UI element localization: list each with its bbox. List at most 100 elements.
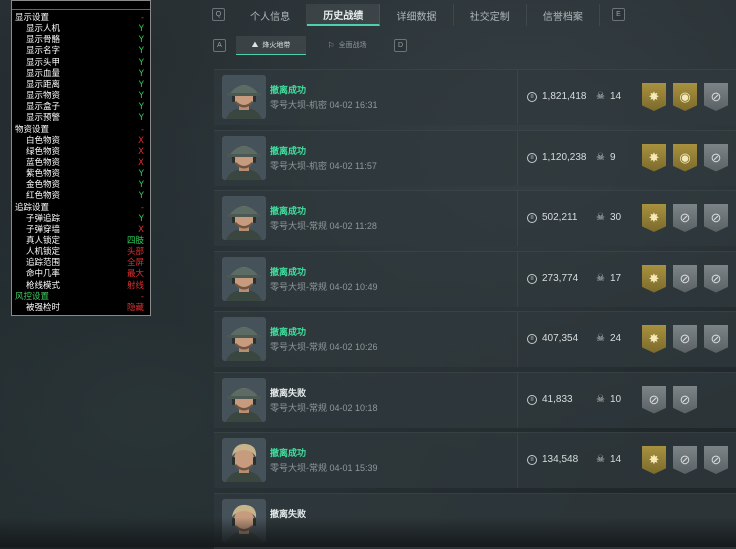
- match-record-row[interactable]: 撤离失败 零号大坝-常规 04-02 10:18 ¤ 41,833 ☠ 10 ⊘ ⊘: [214, 371, 736, 428]
- coin-icon: ¤: [527, 455, 537, 465]
- overlay-option-label: 显示血量: [26, 68, 61, 79]
- grey-badge-icon[interactable]: ⊘: [673, 446, 697, 474]
- extraction-status: 撤离成功: [270, 145, 307, 156]
- match-record-row[interactable]: 撤离成功 零号大坝-机密 04-02 16:31 ¤ 1,821,418 ☠ 14 ✸ ◉ ⊘: [214, 69, 736, 125]
- overlay-option-row[interactable]: 蓝色物资 X: [12, 158, 150, 169]
- gold-star-badge-icon[interactable]: ✸: [642, 143, 666, 172]
- overlay-option-label: 金色物资: [26, 180, 61, 191]
- grey-badge-icon[interactable]: ⊘: [642, 385, 666, 414]
- grey-badge-icon[interactable]: ⊘: [673, 264, 697, 293]
- grey-badge-icon[interactable]: ⊘: [704, 325, 728, 353]
- overlay-option-row[interactable]: 显示血量 Y: [12, 69, 150, 80]
- overlay-option-row[interactable]: 被强检时 隐藏: [12, 303, 150, 314]
- row-divider: [517, 312, 518, 367]
- overlay-option-row[interactable]: 红色物资 Y: [12, 191, 150, 202]
- overlay-option-label: 显示物资: [26, 91, 61, 102]
- grey-badge-icon[interactable]: ⊘: [704, 204, 728, 232]
- match-record-row[interactable]: 撤离成功 零号大坝-常规 04-02 11:28 ¤ 502,211 ☠ 30 ✸ ⊘ ⊘: [214, 190, 736, 246]
- grey-badge-icon[interactable]: ⊘: [704, 264, 728, 293]
- overlay-option-label: 显示人机: [26, 24, 61, 35]
- overlay-section-row[interactable]: 物资设置 -: [12, 125, 150, 136]
- overlay-option-row[interactable]: 枪线模式 射线: [12, 281, 150, 292]
- overlay-option-row[interactable]: 绿色物资 X: [12, 147, 150, 158]
- next-tab-key-hint[interactable]: E: [612, 8, 625, 21]
- overlay-option-value: Y: [138, 102, 144, 113]
- gold-star-badge-icon[interactable]: ✸: [642, 446, 666, 474]
- prev-tab-key-hint[interactable]: Q: [212, 8, 225, 21]
- overlay-section-label: 物资设置: [15, 124, 50, 135]
- tab-detailed-data[interactable]: 详细数据: [380, 4, 454, 26]
- overlay-option-row[interactable]: 子弹穿墙 X: [12, 225, 150, 236]
- tab-match-history[interactable]: 历史战绩: [307, 4, 381, 26]
- kill-count: 14: [610, 91, 622, 102]
- tab-credit-record[interactable]: 信誉档案: [527, 4, 601, 26]
- match-record-row[interactable]: 撤离成功 零号大坝-常规 04-01 15:39 ¤ 134,548 ☠ 14 ✸ ⊘ ⊘: [214, 432, 736, 488]
- loot-value: 41,833: [542, 393, 573, 405]
- gold-medal-badge-icon[interactable]: ◉: [673, 143, 697, 172]
- overlay-option-row[interactable]: 显示骨骼 Y: [12, 35, 150, 46]
- grey-badge-icon[interactable]: ⊘: [673, 204, 697, 232]
- tab-beacon-zone[interactable]: ⛰ 烽火地带: [236, 36, 306, 55]
- overlay-option-value: 射线: [126, 280, 144, 291]
- grey-badge-icon[interactable]: ⊘: [704, 83, 728, 111]
- tab-full-battlefield[interactable]: ⚐ 全面战场: [312, 36, 382, 54]
- overlay-option-row[interactable]: 人机锁定 头部: [12, 247, 150, 258]
- overlay-option-value: 全屏: [126, 258, 144, 269]
- overlay-option-row[interactable]: 白色物资 X: [12, 136, 150, 147]
- overlay-section-label: 显示设置: [15, 13, 50, 23]
- overlay-option-row[interactable]: 显示头甲 Y: [12, 58, 150, 69]
- overlay-option-row[interactable]: 显示人机 Y: [12, 24, 150, 35]
- overlay-option-row[interactable]: 真人锁定 四肢: [12, 236, 150, 247]
- gold-star-badge-icon[interactable]: ✸: [642, 325, 666, 353]
- gold-star-badge-icon[interactable]: ✸: [642, 264, 666, 293]
- overlay-option-row[interactable]: 子弹追踪 Y: [12, 214, 150, 225]
- match-record-row[interactable]: 撤离成功 零号大坝-常规 04-02 10:49 ¤ 273,774 ☠ 17 ✸ ⊘ ⊘: [214, 250, 736, 307]
- overlay-option-row[interactable]: 显示名字 Y: [12, 46, 150, 57]
- overlay-section-row[interactable]: 追踪设置 -: [12, 203, 150, 214]
- overlay-option-row[interactable]: 显示物资 Y: [12, 91, 150, 102]
- map-and-time: 零号大坝-机密 04-02 11:57: [270, 159, 377, 172]
- grey-badge-icon[interactable]: ⊘: [704, 143, 728, 172]
- overlay-option-row[interactable]: 追踪范围 全屏: [12, 258, 150, 269]
- overlay-option-row[interactable]: 紫色物资 Y: [12, 169, 150, 180]
- prev-subtab-key-hint[interactable]: A: [213, 39, 226, 52]
- tab-personal-info[interactable]: 个人信息: [234, 4, 308, 26]
- overlay-settings-panel: 显示设置 - 显示人机 Y 显示骨骼 Y 显示名字 Y 显示头甲 Y 显示血量 Y 显示距离 Y 显示物资 Y…: [11, 0, 151, 316]
- next-subtab-key-hint[interactable]: D: [394, 39, 407, 52]
- overlay-option-value: 四肢: [126, 236, 144, 246]
- map-and-time: 零号大坝-常规 04-01 15:39: [270, 461, 378, 474]
- overlay-option-row[interactable]: 命中几率 最大: [12, 269, 150, 280]
- overlay-option-label: 命中几率: [26, 269, 61, 280]
- map-name: 零号大坝-常规: [270, 221, 327, 231]
- overlay-option-value: X: [138, 157, 144, 168]
- overlay-option-row[interactable]: 显示距离 Y: [12, 80, 150, 91]
- tab-social-custom[interactable]: 社交定制: [454, 4, 527, 26]
- badge-group: ✸ ⊘ ⊘: [642, 325, 728, 353]
- gold-medal-badge-icon[interactable]: ◉: [673, 83, 697, 111]
- overlay-option-row[interactable]: 显示预警 Y: [12, 113, 150, 124]
- badge-group: ⊘ ⊘: [642, 385, 697, 414]
- match-record-row[interactable]: 撤离成功 零号大坝-常规 04-02 10:26 ¤ 407,354 ☠ 24 ✸ ⊘ ⊘: [214, 311, 736, 367]
- operator-avatar: [222, 256, 266, 301]
- operator-avatar: [222, 438, 266, 482]
- overlay-option-label: 子弹穿墙: [26, 224, 61, 235]
- match-record-row[interactable]: 撤离成功 零号大坝-机密 04-02 11:57 ¤ 1,120,238 ☠ 9 ✸ ◉ ⊘: [214, 129, 736, 186]
- grey-badge-icon[interactable]: ⊘: [673, 385, 697, 414]
- overlay-option-label: 红色物资: [26, 191, 61, 202]
- match-time: 04-01 15:39: [329, 463, 378, 473]
- overlay-option-row[interactable]: 显示盒子 Y: [12, 102, 150, 113]
- grey-badge-icon[interactable]: ⊘: [704, 446, 728, 474]
- gold-star-badge-icon[interactable]: ✸: [642, 83, 666, 111]
- row-divider: [517, 372, 518, 428]
- overlay-option-row[interactable]: 金色物资 Y: [12, 180, 150, 191]
- overlay-option-value: Y: [138, 46, 144, 57]
- overlay-section-row[interactable]: 风控设置 -: [12, 292, 150, 303]
- coin-icon: ¤: [527, 152, 537, 163]
- overlay-option-value: Y: [138, 91, 144, 102]
- gold-star-badge-icon[interactable]: ✸: [642, 204, 666, 232]
- row-divider: [517, 433, 518, 488]
- grey-badge-icon[interactable]: ⊘: [673, 325, 697, 353]
- overlay-section-row[interactable]: 显示设置 -: [12, 13, 150, 24]
- overlay-option-label: 显示骨骼: [26, 35, 61, 46]
- operator-avatar: [222, 196, 266, 240]
